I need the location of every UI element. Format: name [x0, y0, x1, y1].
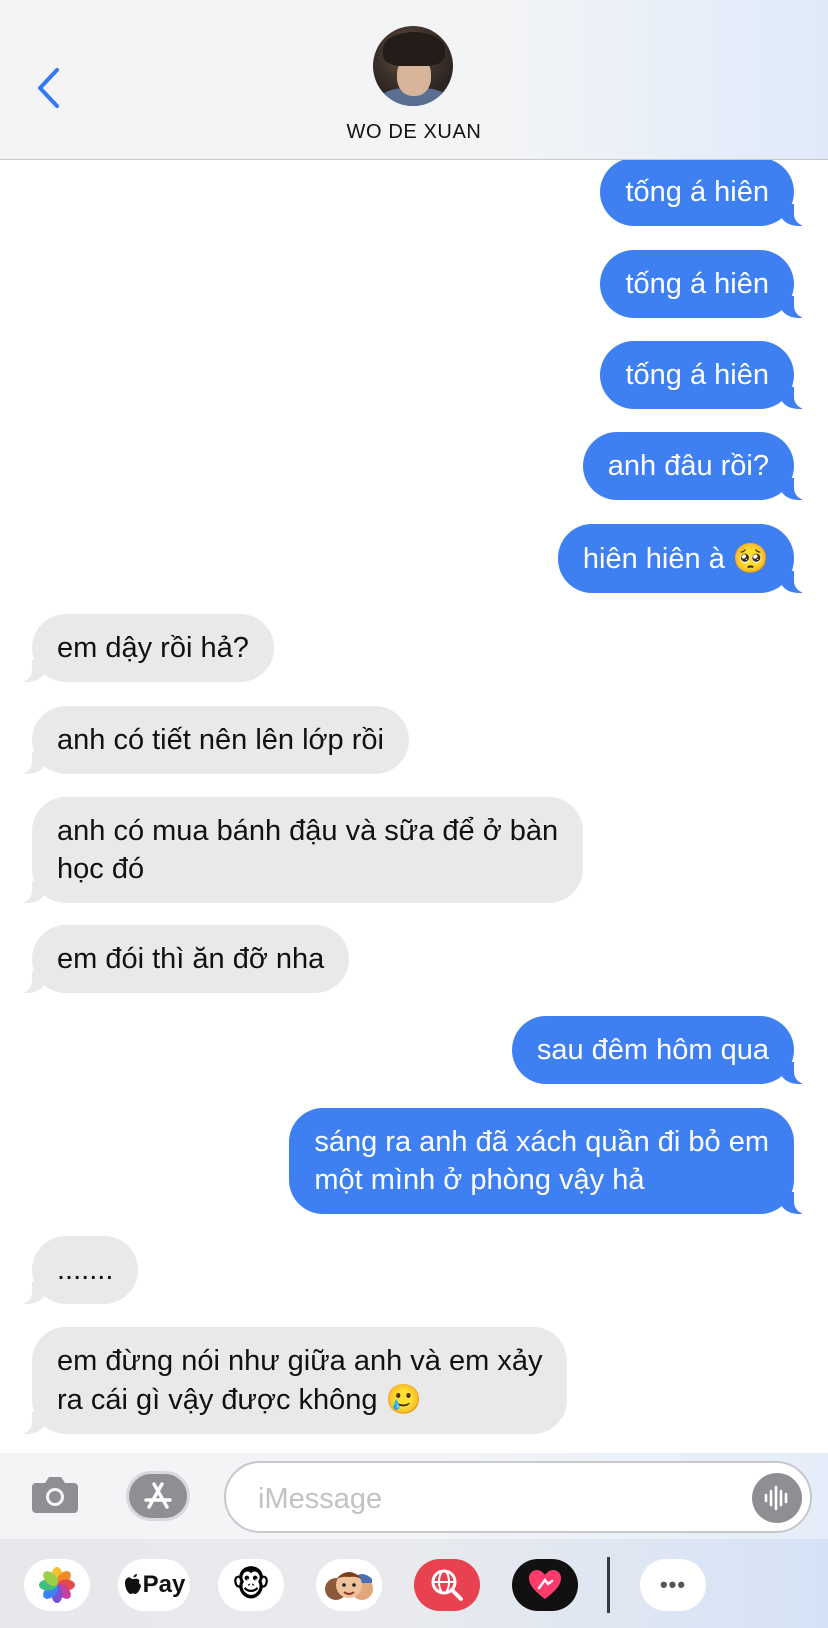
- more-icon: •••: [659, 1572, 687, 1597]
- chevron-left-icon: [38, 68, 59, 108]
- message-text: em dậy rồi hả?: [57, 632, 249, 664]
- message-text: tống á hiên: [625, 268, 769, 300]
- message-bubble-outgoing[interactable]: tống á hiên: [600, 341, 812, 409]
- more-apps-button[interactable]: •••: [640, 1559, 706, 1611]
- camera-icon: [32, 1477, 78, 1513]
- message-bubble-incoming[interactable]: anh có mua bánh đậu và sữa để ở bàn học …: [13, 797, 584, 903]
- smiling-tear-emoji: 🥲: [385, 1382, 422, 1416]
- app-drawer: Pay 🐵 •••: [0, 1539, 828, 1628]
- memoji-icon: [325, 1572, 373, 1600]
- apple-pay-label: Pay: [142, 1571, 186, 1598]
- apple-pay-app[interactable]: Pay: [118, 1559, 190, 1611]
- contact-avatar[interactable]: [373, 26, 453, 106]
- digital-touch-app[interactable]: [512, 1559, 578, 1611]
- app-store-button[interactable]: [126, 1471, 190, 1521]
- message-bubble-outgoing[interactable]: sáng ra anh đã xách quần đi bỏ em một mì…: [289, 1108, 812, 1214]
- audio-waveform-icon: [764, 1485, 788, 1511]
- message-bubble-outgoing[interactable]: sau đêm hôm qua: [511, 1016, 813, 1084]
- message-bubble-incoming[interactable]: em đói thì ăn đỡ nha: [13, 925, 350, 993]
- message-text-line2: ra cái gì vậy được không: [57, 1384, 378, 1416]
- message-text: em đói thì ăn đỡ nha: [57, 943, 325, 975]
- apple-icon: [124, 1574, 141, 1594]
- message-text: tống á hiên: [625, 359, 769, 391]
- camera-button[interactable]: [30, 1471, 80, 1517]
- drawer-divider: [607, 1557, 610, 1613]
- message-text: anh đâu rồi?: [607, 450, 769, 482]
- message-bubble-incoming[interactable]: em dậy rồi hả?: [14, 614, 274, 682]
- message-text: sáng ra anh đã xách quần đi bỏ em: [314, 1126, 769, 1158]
- contact-name[interactable]: WO DE XUAN: [0, 121, 828, 144]
- message-text: .......: [57, 1254, 114, 1286]
- message-text-line2: một mình ở phòng vậy hả: [314, 1164, 645, 1196]
- message-bubble-outgoing[interactable]: anh đâu rồi?: [582, 432, 813, 500]
- message-text-line2: học đó: [57, 853, 145, 885]
- message-text: tống á hiên: [625, 176, 769, 208]
- pleading-face-emoji: 🥺: [732, 541, 769, 575]
- message-text: sau đêm hôm qua: [536, 1034, 769, 1066]
- message-thread: tống á hiên tống á hiên tống á hiên anh …: [0, 160, 828, 1453]
- app-store-icon: [144, 1482, 172, 1509]
- message-text: hiên hiên à: [582, 543, 725, 575]
- photos-app[interactable]: [24, 1559, 90, 1611]
- photos-icon: [39, 1567, 75, 1603]
- dictation-button[interactable]: [752, 1473, 802, 1523]
- message-bubble-incoming[interactable]: em đừng nói như giữa anh và em xảy ra cá…: [13, 1327, 568, 1434]
- message-text: anh có mua bánh đậu và sữa để ở bàn: [57, 815, 559, 847]
- input-placeholder: iMessage: [258, 1483, 383, 1515]
- imessage-input[interactable]: iMessage: [224, 1461, 812, 1533]
- message-bubble-outgoing[interactable]: hiên hiên à 🥺: [557, 524, 813, 593]
- message-text: em đừng nói như giữa anh và em xảy: [57, 1345, 543, 1377]
- animoji-app[interactable]: 🐵: [218, 1559, 284, 1611]
- message-text: anh có tiết nên lên lớp rồi: [57, 724, 384, 756]
- message-bubble-incoming[interactable]: anh có tiết nên lên lớp rồi: [14, 706, 409, 774]
- message-bubble-outgoing[interactable]: tống á hiên: [600, 250, 812, 318]
- web-search-app[interactable]: [414, 1559, 480, 1611]
- conversation-header: WO DE XUAN: [0, 0, 828, 160]
- message-bubble-incoming[interactable]: .......: [13, 1236, 139, 1304]
- monkey-icon: 🐵: [231, 1565, 271, 1605]
- message-composer: iMessage: [0, 1453, 828, 1539]
- memoji-app[interactable]: [316, 1559, 382, 1611]
- heart-touch-icon: [529, 1570, 561, 1599]
- message-bubble-outgoing[interactable]: tống á hiên: [600, 160, 812, 226]
- globe-search-icon: [431, 1569, 463, 1601]
- back-button[interactable]: [28, 62, 68, 114]
